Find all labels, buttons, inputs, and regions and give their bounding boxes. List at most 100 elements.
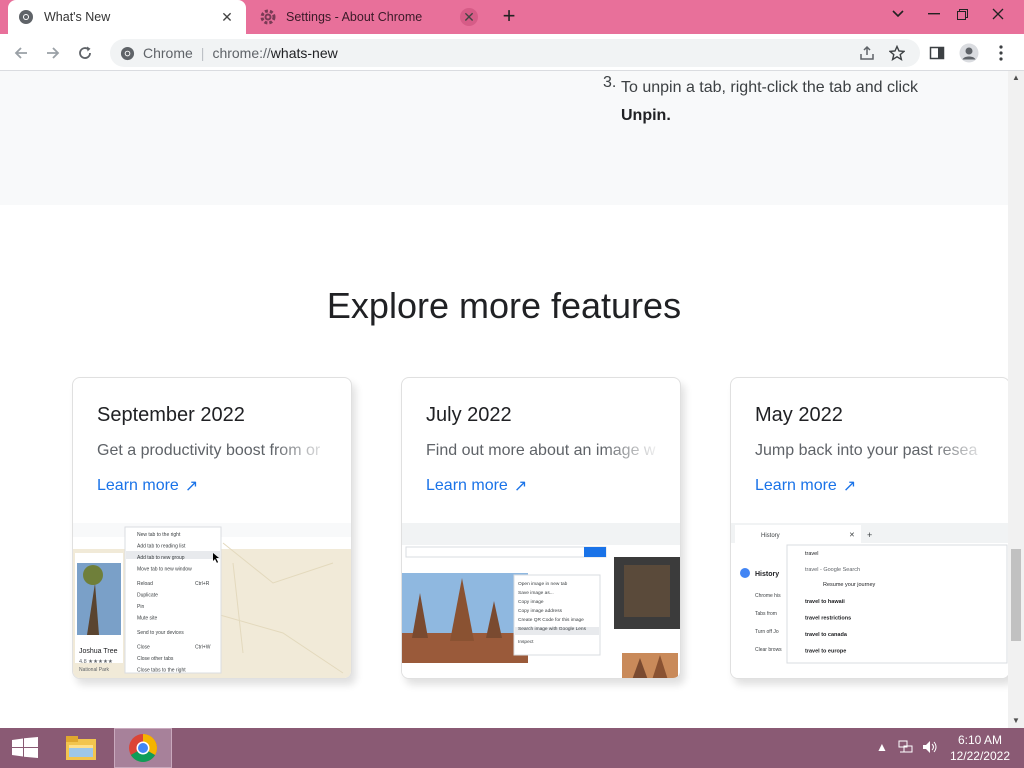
card-date: September 2022 bbox=[97, 404, 245, 426]
network-icon[interactable] bbox=[898, 740, 914, 757]
search-suggestion: travel to canada bbox=[805, 632, 848, 638]
place-type: National Park bbox=[79, 667, 110, 673]
step-number: 3. bbox=[603, 74, 617, 91]
search-query: travel bbox=[805, 551, 818, 557]
card-date: May 2022 bbox=[755, 404, 843, 426]
context-menu-item: Create QR Code for this image bbox=[518, 617, 584, 623]
share-icon[interactable] bbox=[856, 42, 878, 64]
history-sidebar-item: Turn off Jo bbox=[755, 629, 779, 635]
search-suggestion: travel restrictions bbox=[805, 616, 851, 622]
tab-whats-new[interactable]: What's New ✕ bbox=[8, 0, 246, 34]
feature-card-september-2022: September 2022 Get a productivity boost … bbox=[72, 377, 352, 679]
new-tab-button[interactable]: + bbox=[498, 5, 520, 28]
section-title: Explore more features bbox=[326, 285, 682, 326]
search-suggestion: travel to hawaii bbox=[805, 599, 845, 605]
scrollbar-thumb[interactable] bbox=[1011, 549, 1021, 641]
chrome-window: What's New ✕ Settings - About Chrome ✕ + bbox=[0, 0, 1024, 768]
journey-suggestion: Resume your journey bbox=[823, 582, 876, 588]
tab-search-chevron-icon[interactable] bbox=[880, 0, 916, 28]
context-menu-item: Save image as... bbox=[518, 590, 554, 596]
feature-card-july-2022: July 2022 Find out more about an image w… bbox=[401, 377, 681, 679]
place-name: Joshua Tree bbox=[79, 648, 118, 655]
history-sidebar-item: Tabs from bbox=[755, 611, 777, 617]
context-menu-item: Copy image address bbox=[518, 608, 563, 614]
context-menu-item: New tab to the right bbox=[137, 532, 181, 538]
feature-card-may-2022: May 2022 Jump back into your past resea … bbox=[730, 377, 1008, 679]
show-hidden-icons-chevron-icon[interactable]: ▲ bbox=[876, 740, 888, 754]
place-rating: 4.8 ★★★★★ bbox=[79, 658, 113, 665]
file-explorer-icon[interactable] bbox=[58, 728, 104, 768]
back-arrow-icon[interactable] bbox=[8, 40, 34, 66]
context-menu-item: Copy image bbox=[518, 599, 544, 605]
omnibox-separator: | bbox=[200, 45, 205, 61]
search-suggestion: travel to europe bbox=[805, 649, 846, 655]
context-menu-item: Reload bbox=[137, 581, 153, 587]
toolbar: Chrome | chrome://whats-new bbox=[0, 34, 1024, 71]
context-menu-item: Send to your devices bbox=[137, 630, 184, 636]
taskbar: ▲ 6:10 AM 12/22/2022 bbox=[0, 728, 1024, 768]
context-menu-item: Add tab to reading list bbox=[137, 544, 186, 550]
bookmark-star-icon[interactable] bbox=[886, 42, 908, 64]
tab-strip: What's New ✕ Settings - About Chrome ✕ + bbox=[0, 0, 1024, 34]
history-title: History bbox=[755, 571, 779, 578]
clock-time: 6:10 AM bbox=[957, 733, 1002, 747]
chrome-icon bbox=[18, 9, 34, 25]
chrome-taskbar-icon[interactable] bbox=[114, 728, 172, 768]
more-menu-icon[interactable] bbox=[990, 42, 1012, 64]
context-menu-item: Search image with Google Lens bbox=[518, 626, 587, 632]
card-screenshot: History ✕ + History Chrome his Tabs from T… bbox=[731, 523, 1008, 678]
page-content: 3. To unpin a tab, right-click the tab a… bbox=[0, 71, 1008, 728]
context-menu-item: Mute site bbox=[137, 616, 158, 622]
address-bar[interactable]: Chrome | chrome://whats-new bbox=[110, 39, 920, 67]
scroll-down-icon[interactable]: ▼ bbox=[1008, 714, 1024, 728]
card-screenshot: Joshua Tree 4.8 ★★★★★ National Park New … bbox=[73, 523, 351, 678]
reload-icon[interactable] bbox=[72, 40, 98, 66]
windows-start-icon[interactable] bbox=[0, 728, 50, 768]
context-menu-item: Pin bbox=[137, 604, 144, 610]
context-menu-item: Move tab to new window bbox=[137, 567, 192, 573]
external-arrow-icon: ↗ bbox=[184, 478, 199, 495]
context-menu-item: Add tab to new group bbox=[137, 555, 185, 561]
external-arrow-icon: ↗ bbox=[513, 478, 528, 495]
context-menu-item: Open image in new tab bbox=[518, 581, 568, 587]
close-window-icon[interactable] bbox=[980, 0, 1016, 28]
close-tab-icon[interactable]: ✕ bbox=[218, 8, 236, 26]
history-sidebar-item: Clear brows bbox=[755, 647, 782, 653]
learn-more-link[interactable]: Learn more ↗ bbox=[97, 476, 198, 496]
forward-arrow-icon[interactable] bbox=[40, 40, 66, 66]
url-text: chrome://whats-new bbox=[212, 45, 338, 61]
chrome-site-icon bbox=[120, 46, 135, 61]
history-tab-label: History bbox=[761, 533, 780, 539]
tab-title: Settings - About Chrome bbox=[286, 10, 423, 24]
external-arrow-icon: ↗ bbox=[842, 478, 857, 495]
svg-text:✕: ✕ bbox=[849, 532, 855, 539]
context-menu-item: Inspect bbox=[518, 639, 534, 645]
side-panel-icon[interactable] bbox=[926, 42, 948, 64]
close-tab-icon[interactable]: ✕ bbox=[460, 8, 478, 26]
card-date: July 2022 bbox=[426, 404, 512, 426]
site-label: Chrome bbox=[143, 45, 193, 61]
context-menu-item: Duplicate bbox=[137, 593, 158, 599]
menu-shortcut: Ctrl+R bbox=[195, 581, 210, 587]
restore-icon[interactable] bbox=[944, 0, 980, 28]
page-scrollbar[interactable]: ▲ ▼ bbox=[1008, 71, 1024, 728]
system-clock[interactable]: 6:10 AM 12/22/2022 bbox=[950, 732, 1010, 764]
gear-icon bbox=[260, 9, 276, 25]
learn-more-link[interactable]: Learn more ↗ bbox=[426, 476, 527, 496]
context-menu-item: Close tabs to the right bbox=[137, 668, 186, 674]
google-search-suggestion: travel - Google Search bbox=[805, 567, 860, 573]
clock-date: 12/22/2022 bbox=[949, 749, 1010, 763]
tab-settings-about-chrome[interactable]: Settings - About Chrome ✕ bbox=[250, 0, 488, 34]
context-menu-item: Close bbox=[137, 645, 150, 651]
svg-text:+: + bbox=[867, 530, 872, 540]
menu-shortcut: Ctrl+W bbox=[195, 645, 211, 651]
learn-more-link[interactable]: Learn more ↗ bbox=[755, 476, 856, 496]
scroll-up-icon[interactable]: ▲ bbox=[1008, 71, 1024, 85]
context-menu-item: Close other tabs bbox=[137, 656, 174, 662]
card-screenshot: Open image in new tab Save image as... Cop… bbox=[402, 523, 680, 678]
history-sidebar-item: Chrome his bbox=[755, 593, 781, 599]
volume-icon[interactable] bbox=[922, 740, 938, 757]
profile-avatar-icon[interactable] bbox=[958, 42, 980, 64]
step-bold: Unpin. bbox=[621, 107, 671, 124]
tab-title: What's New bbox=[44, 10, 111, 24]
